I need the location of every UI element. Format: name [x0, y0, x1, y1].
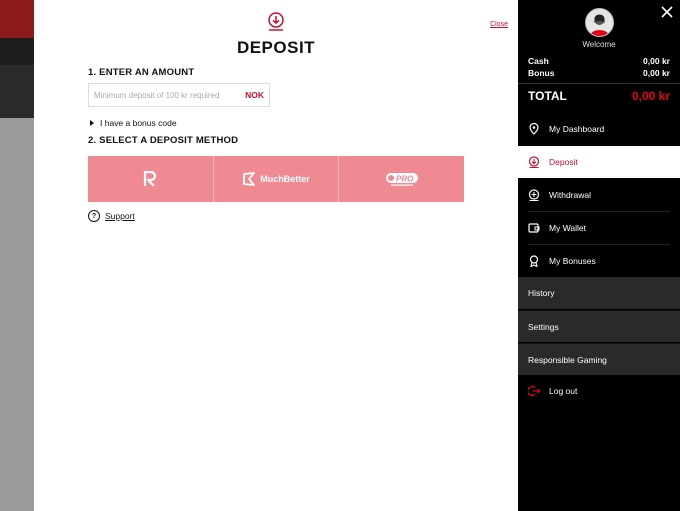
step1-label: 1. ENTER AN AMOUNT: [88, 67, 195, 78]
close-link[interactable]: Close: [490, 21, 508, 28]
menu-item-deposit[interactable]: Deposit: [518, 146, 680, 178]
method-epro[interactable]: PRO: [339, 156, 464, 202]
menu-item-withdrawal[interactable]: Withdrawal: [518, 179, 680, 211]
menu-label: History: [528, 288, 555, 298]
background-header: [0, 0, 34, 38]
withdrawal-icon: [528, 189, 540, 201]
menu-item-dashboard[interactable]: My Dashboard: [518, 113, 680, 145]
amount-placeholder: Minimum deposit of 100 kr required: [94, 90, 220, 100]
menu-label: Withdrawal: [549, 190, 592, 200]
currency-label: NOK: [245, 90, 264, 100]
bonus-code-label: I have a bonus code: [100, 118, 177, 128]
caret-right-icon: [90, 120, 94, 126]
deposit-icon: [268, 12, 284, 31]
menu-label: Log out: [549, 386, 578, 396]
total-value: 0,00 kr: [631, 89, 670, 103]
menu-item-logout[interactable]: Log out: [518, 375, 680, 407]
bonus-label: Bonus: [528, 68, 555, 78]
wallet-icon: [528, 222, 540, 234]
location-pin-icon: [528, 123, 540, 135]
menu-item-responsible-gaming[interactable]: Responsible Gaming: [518, 343, 680, 375]
close-icon[interactable]: [660, 5, 674, 19]
method-revolut[interactable]: [88, 156, 214, 202]
background-page: [0, 0, 34, 511]
muchbetter-icon: [243, 172, 256, 186]
bonus-value: 0,00 kr: [643, 68, 670, 78]
welcome-text: Welcome: [582, 40, 616, 49]
bonus-code-toggle[interactable]: I have a bonus code: [90, 118, 177, 128]
deposit-methods: MuchBetter PRO: [88, 156, 464, 202]
page-title: DEPOSIT: [236, 38, 316, 57]
menu-label: My Wallet: [549, 223, 586, 233]
help-icon: ?: [88, 210, 100, 222]
svg-text:PRO: PRO: [396, 175, 414, 184]
bonus-row: Bonus 0,00 kr: [528, 68, 670, 78]
background-overlay: [0, 118, 34, 511]
balance-divider: [518, 83, 680, 84]
menu-label: My Dashboard: [549, 124, 605, 134]
deposit-icon: [528, 156, 540, 168]
revolut-icon: [144, 171, 157, 187]
logout-icon: [528, 385, 540, 397]
menu-item-wallet[interactable]: My Wallet: [518, 212, 680, 244]
epro-icon: PRO: [385, 173, 418, 186]
support-label: Support: [105, 211, 135, 221]
cash-label: Cash: [528, 56, 549, 66]
menu-item-history[interactable]: History: [518, 277, 680, 309]
menu-label: Settings: [528, 321, 559, 332]
background-nav: [0, 38, 34, 65]
account-sidebar: Welcome Cash 0,00 kr Bonus 0,00 kr TOTAL…: [518, 0, 680, 511]
menu-label: Deposit: [549, 157, 578, 167]
support-link[interactable]: ? Support: [88, 210, 135, 222]
menu-item-bonuses[interactable]: My Bonuses: [518, 245, 680, 277]
background-banner: [0, 65, 34, 118]
cash-row: Cash 0,00 kr: [528, 56, 670, 66]
menu-label: My Bonuses: [549, 256, 596, 266]
deposit-modal: Close DEPOSIT 1. ENTER AN AMOUNT Minimum…: [34, 0, 518, 511]
muchbetter-label: MuchBetter: [260, 174, 310, 184]
cash-value: 0,00 kr: [643, 56, 670, 66]
menu-label: Responsible Gaming: [528, 354, 607, 365]
step2-label: 2. SELECT A DEPOSIT METHOD: [88, 135, 239, 146]
total-row: TOTAL 0,00 kr: [528, 89, 670, 103]
amount-input[interactable]: Minimum deposit of 100 kr required NOK: [88, 83, 270, 107]
total-label: TOTAL: [528, 89, 567, 103]
menu-item-settings[interactable]: Settings: [518, 310, 680, 342]
avatar: [585, 8, 614, 37]
method-muchbetter[interactable]: MuchBetter: [214, 156, 340, 202]
bonus-medal-icon: [528, 255, 540, 267]
